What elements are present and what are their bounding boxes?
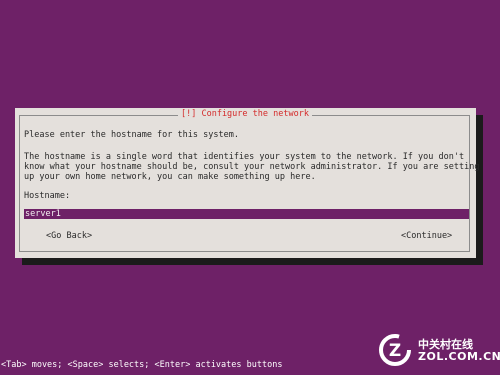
hostname-input[interactable] [24,209,469,219]
description-line-1: The hostname is a single word that ident… [24,152,465,162]
zol-watermark: Z 中关村在线 ZOL.COM.CN [378,333,500,367]
dialog-title: [!] Configure the network [178,109,312,119]
intro-text: Please enter the hostname for this syste… [24,130,239,140]
zol-logo-letter: Z [389,341,401,361]
continue-button[interactable]: <Continue> [401,231,452,241]
go-back-button[interactable]: <Go Back> [46,231,92,241]
configure-network-dialog: [!] Configure the network Please enter t… [15,108,480,258]
zol-logo-icon: Z [379,334,411,366]
description-line-3: up your own home network, you can make s… [24,172,316,182]
watermark-url: ZOL.COM.CN [418,350,500,363]
description-line-2: know what your hostname should be, consu… [24,162,480,172]
keyboard-hint-bar: <Tab> moves; <Space> selects; <Enter> ac… [1,360,283,370]
hostname-label: Hostname: [24,191,71,201]
